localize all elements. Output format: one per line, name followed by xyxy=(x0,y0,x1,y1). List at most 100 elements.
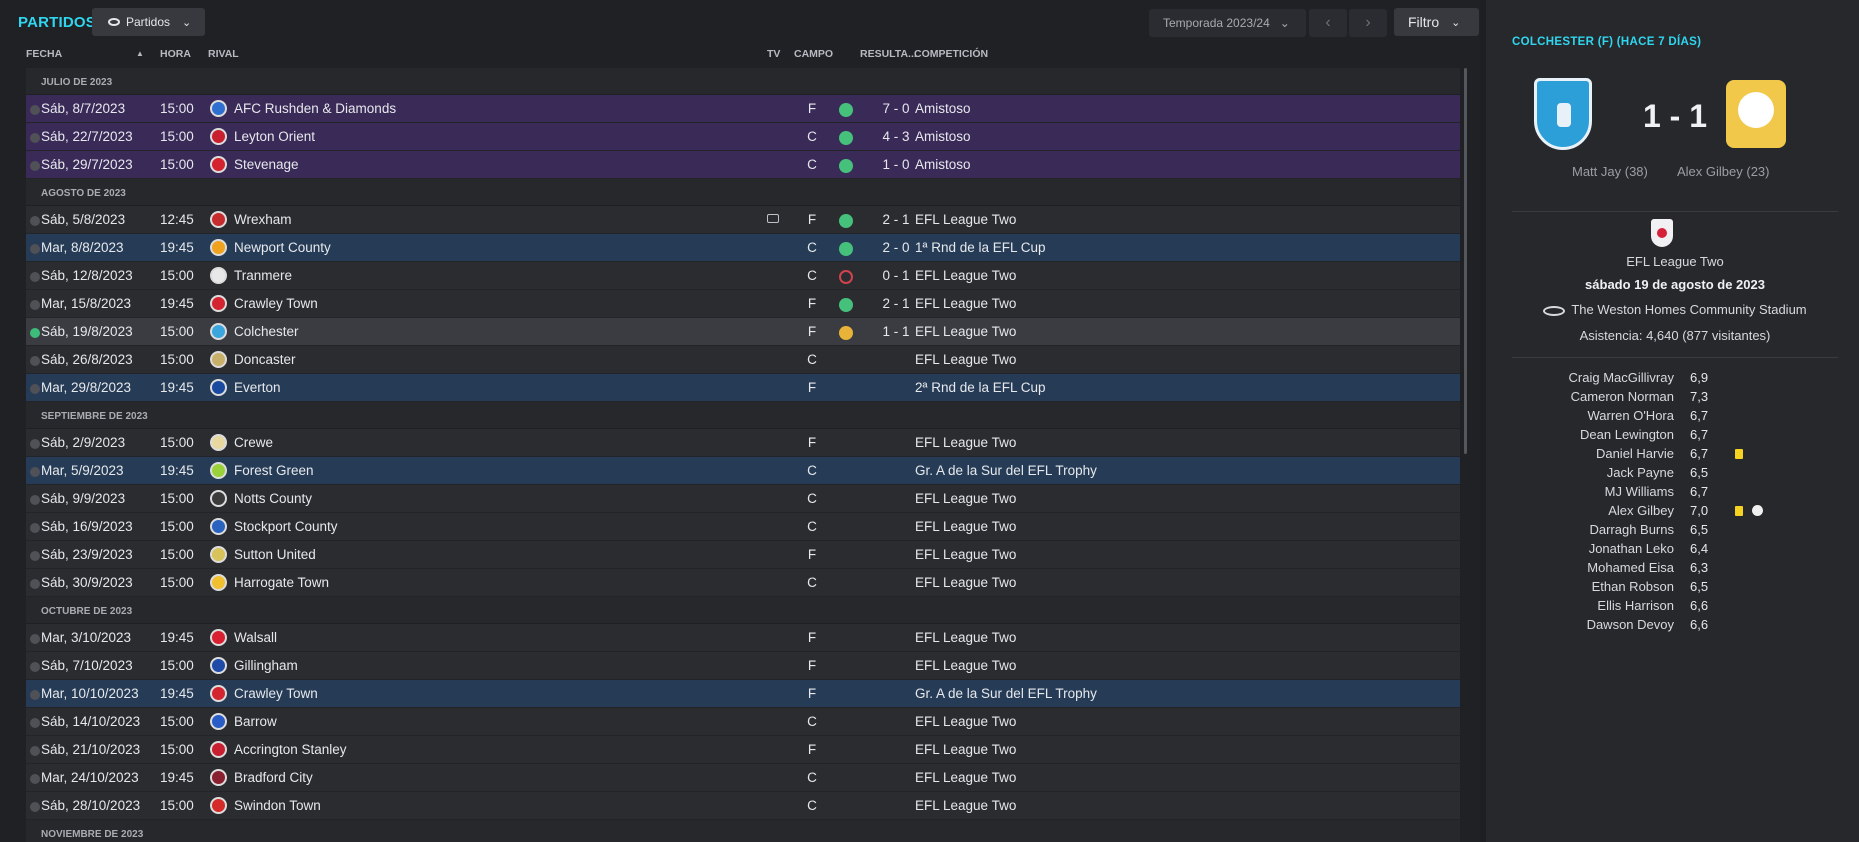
match-row[interactable]: Mar, 8/8/2023 19:45 Newport County C 2 - 0 1ª… xyxy=(26,234,1460,262)
match-row[interactable]: Sáb, 19/8/2023 15:00 Colchester F 1 - 1 EFL L… xyxy=(26,318,1460,346)
rival-name[interactable]: Crewe xyxy=(234,435,273,450)
match-competition[interactable]: EFL League Two xyxy=(915,324,1016,339)
player-name[interactable]: Cameron Norman xyxy=(1571,389,1674,404)
column-header-date[interactable]: FECHA xyxy=(26,48,62,60)
player-name[interactable]: Dawson Devoy xyxy=(1587,617,1674,632)
match-competition[interactable]: 1ª Rnd de la EFL Cup xyxy=(915,240,1046,255)
match-competition[interactable]: EFL League Two xyxy=(915,268,1016,283)
match-competition[interactable]: Amistoso xyxy=(915,157,971,172)
match-competition[interactable]: EFL League Two xyxy=(915,296,1016,311)
match-row[interactable]: Mar, 5/9/2023 19:45 Forest Green C Gr. A de … xyxy=(26,457,1460,485)
detail-stadium[interactable]: The Weston Homes Community Stadium xyxy=(1571,302,1806,317)
season-selector[interactable]: Temporada 2023/24 ⌄ xyxy=(1149,9,1306,37)
match-row[interactable]: Sáb, 23/9/2023 15:00 Sutton United F EFL Lea… xyxy=(26,541,1460,569)
player-name[interactable]: Warren O'Hora xyxy=(1587,408,1674,423)
rival-name[interactable]: Walsall xyxy=(234,630,277,645)
player-name[interactable]: Alex Gilbey xyxy=(1608,503,1674,518)
match-competition[interactable]: EFL League Two xyxy=(915,352,1016,367)
rival-name[interactable]: Stevenage xyxy=(234,157,299,172)
match-competition[interactable]: EFL League Two xyxy=(915,435,1016,450)
match-row[interactable]: Sáb, 2/9/2023 15:00 Crewe F EFL League Two xyxy=(26,429,1460,457)
match-competition[interactable]: EFL League Two xyxy=(915,714,1016,729)
match-row[interactable]: Mar, 24/10/2023 19:45 Bradford City C EFL Le… xyxy=(26,764,1460,792)
player-name[interactable]: Ellis Harrison xyxy=(1597,598,1674,613)
match-competition[interactable]: EFL League Two xyxy=(915,491,1016,506)
player-name[interactable]: Daniel Harvie xyxy=(1596,446,1674,461)
rival-name[interactable]: Wrexham xyxy=(234,212,292,227)
player-name[interactable]: MJ Williams xyxy=(1605,484,1674,499)
rival-name[interactable]: Sutton United xyxy=(234,547,316,562)
detail-competition[interactable]: EFL League Two xyxy=(1512,254,1838,269)
next-season-button[interactable]: › xyxy=(1349,9,1387,37)
detail-title[interactable]: COLCHESTER (F) (HACE 7 DÍAS) xyxy=(1512,36,1701,48)
match-competition[interactable]: Amistoso xyxy=(915,129,971,144)
match-competition[interactable]: EFL League Two xyxy=(915,519,1016,534)
column-header-field[interactable]: CAMPO xyxy=(794,48,833,60)
match-competition[interactable]: EFL League Two xyxy=(915,742,1016,757)
column-header-competition[interactable]: COMPETICIÓN xyxy=(914,48,988,60)
match-competition[interactable]: EFL League Two xyxy=(915,547,1016,562)
filter-button[interactable]: Filtro ⌄ xyxy=(1394,8,1479,36)
match-row[interactable]: Sáb, 9/9/2023 15:00 Notts County C EFL Leagu… xyxy=(26,485,1460,513)
match-competition[interactable]: EFL League Two xyxy=(915,770,1016,785)
match-row[interactable]: Sáb, 28/10/2023 15:00 Swindon Town C EFL Lea… xyxy=(26,792,1460,820)
match-row[interactable]: Mar, 29/8/2023 19:45 Everton F 2ª Rnd de la … xyxy=(26,374,1460,402)
rival-name[interactable]: Forest Green xyxy=(234,463,314,478)
player-name[interactable]: Darragh Burns xyxy=(1589,522,1674,537)
rival-name[interactable]: Leyton Orient xyxy=(234,129,315,144)
player-name[interactable]: Mohamed Eisa xyxy=(1587,560,1674,575)
match-competition[interactable]: Gr. A de la Sur del EFL Trophy xyxy=(915,686,1097,701)
rival-name[interactable]: Gillingham xyxy=(234,658,298,673)
rival-name[interactable]: Barrow xyxy=(234,714,277,729)
rival-name[interactable]: Tranmere xyxy=(234,268,292,283)
rival-name[interactable]: Harrogate Town xyxy=(234,575,329,590)
rival-name[interactable]: Swindon Town xyxy=(234,798,321,813)
rival-name[interactable]: Accrington Stanley xyxy=(234,742,347,757)
player-name[interactable]: Jonathan Leko xyxy=(1589,541,1674,556)
match-row[interactable]: Sáb, 12/8/2023 15:00 Tranmere C 0 - 1 EFL Lea… xyxy=(26,262,1460,290)
player-name[interactable]: Ethan Robson xyxy=(1592,579,1674,594)
match-row[interactable]: Sáb, 7/10/2023 15:00 Gillingham F EFL League… xyxy=(26,652,1460,680)
match-row[interactable]: Sáb, 26/8/2023 15:00 Doncaster C EFL League … xyxy=(26,346,1460,374)
match-competition[interactable]: Gr. A de la Sur del EFL Trophy xyxy=(915,463,1097,478)
match-row[interactable]: Sáb, 16/9/2023 15:00 Stockport County C EFL … xyxy=(26,513,1460,541)
column-header-time[interactable]: HORA xyxy=(160,48,191,60)
match-competition[interactable]: EFL League Two xyxy=(915,212,1016,227)
rival-name[interactable]: Crawley Town xyxy=(234,296,318,311)
player-name[interactable]: Craig MacGillivray xyxy=(1569,370,1674,385)
rival-name[interactable]: Newport County xyxy=(234,240,331,255)
column-header-rival[interactable]: RIVAL xyxy=(208,48,239,60)
rival-name[interactable]: Crawley Town xyxy=(234,686,318,701)
match-competition[interactable]: EFL League Two xyxy=(915,630,1016,645)
rival-name[interactable]: Notts County xyxy=(234,491,312,506)
rival-name[interactable]: Colchester xyxy=(234,324,299,339)
previous-season-button[interactable]: ‹ xyxy=(1309,9,1347,37)
rival-name[interactable]: Doncaster xyxy=(234,352,296,367)
match-row[interactable]: Sáb, 30/9/2023 15:00 Harrogate Town C EFL Le… xyxy=(26,569,1460,597)
match-row[interactable]: Sáb, 5/8/2023 12:45 Wrexham F 2 - 1 EFL Leagu… xyxy=(26,206,1460,234)
rival-name[interactable]: AFC Rushden & Diamonds xyxy=(234,101,396,116)
match-competition[interactable]: EFL League Two xyxy=(915,658,1016,673)
match-row[interactable]: Mar, 15/8/2023 19:45 Crawley Town F 2 - 1 EFL… xyxy=(26,290,1460,318)
match-row[interactable]: Sáb, 14/10/2023 15:00 Barrow C EFL League Tw… xyxy=(26,708,1460,736)
match-competition[interactable]: Amistoso xyxy=(915,101,971,116)
rival-name[interactable]: Everton xyxy=(234,380,281,395)
away-team-crest[interactable] xyxy=(1726,80,1786,148)
match-competition[interactable]: 2ª Rnd de la EFL Cup xyxy=(915,380,1046,395)
view-selector-button[interactable]: Partidos ⌄ xyxy=(92,8,205,36)
column-header-result[interactable]: RESULTA... xyxy=(860,48,917,60)
column-header-tv[interactable]: TV xyxy=(767,48,780,60)
match-row[interactable]: Sáb, 21/10/2023 15:00 Accrington Stanley F E… xyxy=(26,736,1460,764)
match-competition[interactable]: EFL League Two xyxy=(915,575,1016,590)
match-row[interactable]: Sáb, 8/7/2023 15:00 AFC Rushden & Diamonds… xyxy=(26,95,1460,123)
rival-name[interactable]: Stockport County xyxy=(234,519,338,534)
scrollbar[interactable] xyxy=(1464,68,1467,454)
match-competition[interactable]: EFL League Two xyxy=(915,798,1016,813)
rival-name[interactable]: Bradford City xyxy=(234,770,313,785)
home-team-crest[interactable] xyxy=(1534,78,1592,150)
match-row[interactable]: Sáb, 22/7/2023 15:00 Leyton Orient C 4 - 3 Am… xyxy=(26,123,1460,151)
match-row[interactable]: Mar, 3/10/2023 19:45 Walsall F EFL League Tw… xyxy=(26,624,1460,652)
player-name[interactable]: Jack Payne xyxy=(1607,465,1674,480)
player-name[interactable]: Dean Lewington xyxy=(1580,427,1674,442)
match-row[interactable]: Sáb, 29/7/2023 15:00 Stevenage C 1 - 0 Amisto… xyxy=(26,151,1460,179)
